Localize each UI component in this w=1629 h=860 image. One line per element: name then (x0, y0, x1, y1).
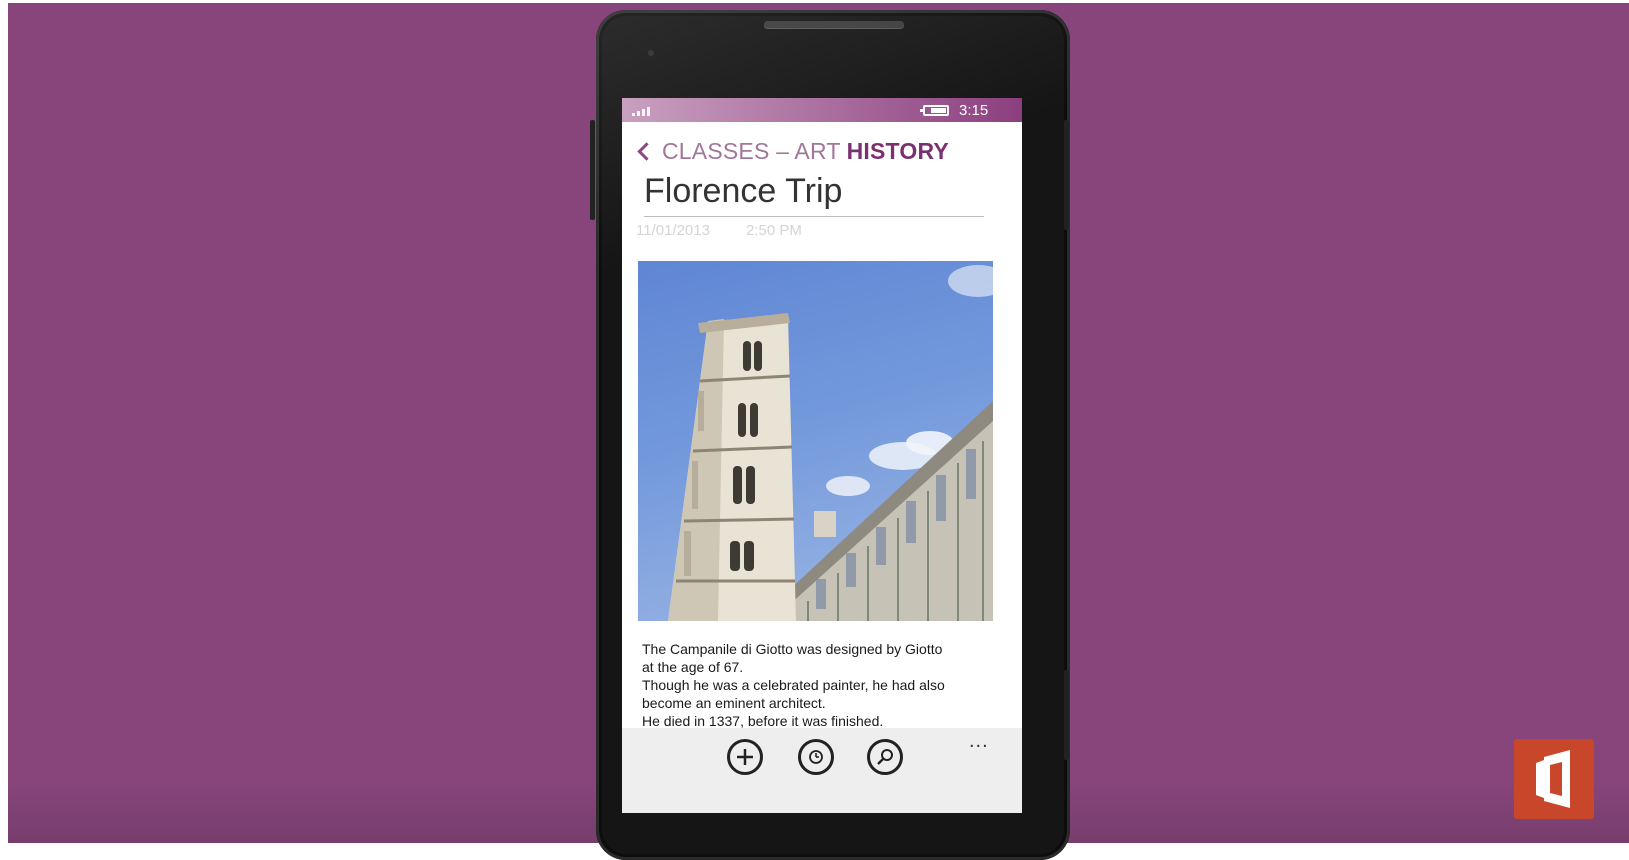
more-options-icon[interactable]: ... (969, 730, 989, 753)
speaker-grille (764, 21, 904, 28)
campanile-photo[interactable] (638, 261, 993, 621)
battery-icon (920, 105, 949, 116)
page-date: 11/01/2013 (636, 222, 710, 239)
breadcrumb-parent[interactable]: CLASSES – ART (662, 138, 841, 165)
power-button (1064, 120, 1069, 230)
status-time: 3:15 (959, 102, 989, 119)
office-logo-icon (1536, 750, 1570, 808)
clock-icon (809, 750, 823, 764)
add-button[interactable] (727, 739, 763, 775)
note-body[interactable]: The Campanile di Giotto was designed by … (642, 640, 992, 730)
plus-icon (737, 749, 753, 765)
chevron-left-icon[interactable] (637, 142, 656, 161)
page-title-field[interactable]: Florence Trip (644, 172, 984, 217)
status-bar: 3:15 (622, 98, 1022, 122)
campanile-illustration (668, 265, 993, 621)
body-line: The Campanile di Giotto was designed by … (642, 641, 943, 657)
breadcrumb-current: HISTORY (846, 137, 949, 164)
breadcrumb[interactable]: CLASSES – ART HISTORY (637, 136, 949, 166)
office-logo (1514, 739, 1594, 819)
phone-screen: 3:15 CLASSES – ART HISTORY Florence Trip… (622, 98, 1022, 813)
search-button[interactable] (867, 739, 903, 775)
signal-icon (632, 104, 650, 116)
body-line: at the age of 67. (642, 659, 744, 675)
body-line: become an eminent architect. (642, 695, 826, 711)
search-icon (877, 749, 893, 765)
camera-icon (648, 50, 654, 56)
app-bar: ... (622, 728, 1022, 813)
page-meta: 11/01/2013 2:50 PM (636, 222, 802, 239)
page-time: 2:50 PM (745, 222, 802, 239)
volume-button (590, 120, 595, 220)
recent-button[interactable] (798, 739, 834, 775)
camera-button (1064, 670, 1069, 760)
body-line: Though he was a celebrated painter, he h… (642, 677, 945, 693)
